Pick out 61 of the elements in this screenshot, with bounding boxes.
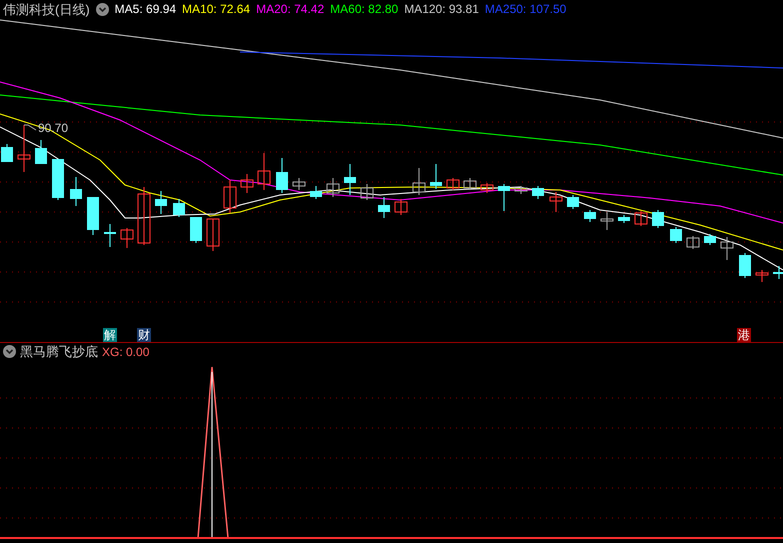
candlestick <box>258 152 270 190</box>
candlestick <box>344 164 356 196</box>
chart-title: 伟测科技(日线) <box>3 2 90 16</box>
candlestick <box>773 266 783 280</box>
candlestick <box>155 190 167 214</box>
moving-average-label: MA120: 93.81 <box>404 3 479 15</box>
candlestick <box>704 234 716 246</box>
candlestick <box>446 178 460 190</box>
candlestick <box>532 186 544 200</box>
candlestick <box>634 210 648 226</box>
candlestick <box>412 168 426 196</box>
candlestick <box>430 164 442 190</box>
candlestick <box>326 178 340 198</box>
candlestick <box>138 186 150 246</box>
candlestick <box>670 226 682 244</box>
event-badge[interactable]: 解 <box>103 328 117 342</box>
candlestick <box>1 144 13 162</box>
collapse-icon[interactable] <box>3 345 16 358</box>
candlestick <box>600 212 614 230</box>
candlestick <box>618 214 630 224</box>
candlestick <box>360 184 374 200</box>
candlestick <box>190 216 202 244</box>
candlestick <box>378 196 390 218</box>
candlestick <box>550 192 562 212</box>
candlestick <box>120 228 134 248</box>
candlestick <box>70 176 82 206</box>
candlestick <box>292 178 306 190</box>
collapse-icon[interactable] <box>96 2 109 16</box>
event-badge[interactable]: 财 <box>137 328 151 342</box>
indicator-name: 黑马腾飞抄底 <box>20 345 98 358</box>
candlestick <box>87 196 99 236</box>
candlestick <box>652 210 664 228</box>
candlestick <box>514 186 528 194</box>
candlestick <box>498 184 510 212</box>
candlestick <box>310 186 322 200</box>
candlestick <box>276 158 288 194</box>
leader-line <box>24 124 36 130</box>
candlestick <box>567 194 579 210</box>
candlestick <box>480 182 494 194</box>
candlestick <box>464 178 476 190</box>
moving-average-label: MA250: 107.50 <box>484 3 566 15</box>
candlestick <box>240 174 254 194</box>
event-badge[interactable]: 港 <box>737 328 751 342</box>
moving-average-label: MA60: 82.80 <box>330 3 398 15</box>
candlestick <box>224 180 236 214</box>
moving-average-label: MA10: 72.64 <box>182 3 250 15</box>
indicator-reading: XG: 0.00 <box>102 346 150 358</box>
candlestick <box>686 236 700 250</box>
moving-average-label: MA5: 69.94 <box>114 3 176 15</box>
candlestick <box>18 124 30 172</box>
candlestick <box>720 236 734 260</box>
candlestick <box>739 252 751 278</box>
candlestick <box>206 218 220 252</box>
candlestick <box>394 198 408 216</box>
candlestick <box>35 140 47 164</box>
moving-average-label: MA20: 74.42 <box>256 3 324 15</box>
candlestick <box>104 224 116 248</box>
candlestick <box>52 158 64 200</box>
candlestick <box>756 270 768 282</box>
candlestick <box>584 210 596 222</box>
candlestick <box>173 198 185 218</box>
